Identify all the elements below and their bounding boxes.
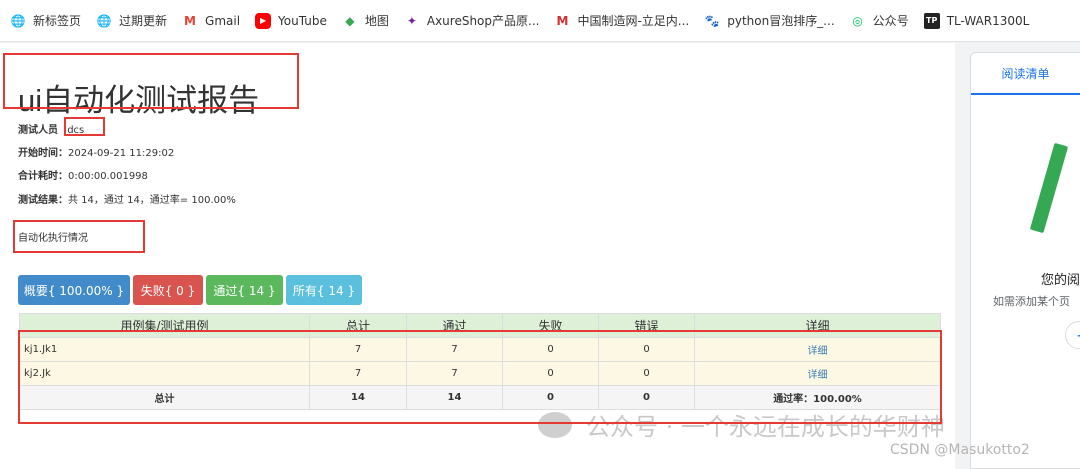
duration-value: 0:00:00.001998 xyxy=(68,171,148,182)
table-header-row: 用例集/测试用例 总计 通过 失败 错误 详细 xyxy=(19,313,941,338)
csdn-watermark: CSDN @Masukotto2 xyxy=(890,442,1030,458)
bookmark-maps[interactable]: ◆ 地图 xyxy=(342,12,389,29)
row-detail-cell: 详细 xyxy=(694,361,941,386)
bookmark-new-tab[interactable]: 🌐 新标签页 xyxy=(10,12,82,29)
row-name: kj2.Jk xyxy=(19,361,310,386)
reading-list-hint: 如需添加某个页 xyxy=(993,295,1070,308)
row-total: 7 xyxy=(309,361,407,386)
section-heading: 自动化执行情况 xyxy=(18,233,88,244)
bookmark-python-sort[interactable]: 🐾 python冒泡排序_... xyxy=(704,12,835,29)
reading-list-panel: 阅读清单 您的阅 如需添加某个页 + xyxy=(970,52,1080,469)
start-time-value: 2024-09-21 11:29:02 xyxy=(68,148,175,159)
duration-line: 合计耗时：0:00:00.001998 xyxy=(18,167,148,182)
reading-list-illustration xyxy=(1029,142,1069,234)
reading-list-empty-title: 您的阅 xyxy=(1041,273,1080,288)
bookmark-outdated[interactable]: 🌐 过期更新 xyxy=(96,12,168,29)
row-pass: 7 xyxy=(406,337,503,362)
row-detail-cell: 详细 xyxy=(694,337,941,362)
start-time-label: 开始时间： xyxy=(18,148,68,159)
gmail-icon: M xyxy=(184,13,196,28)
bookmark-axureshop[interactable]: ✦ AxureShop产品原... xyxy=(404,12,540,29)
watermark-text: 公众号 · 一个永远在成长的华财神 xyxy=(586,413,945,441)
youtube-icon: ▶ xyxy=(255,12,272,29)
mic-icon: M xyxy=(556,13,569,28)
total-pass-rate: 通过率：100.00% xyxy=(694,385,941,410)
header-error: 错误 xyxy=(598,313,695,338)
row-error: 0 xyxy=(598,337,695,362)
total-total: 14 xyxy=(309,385,407,410)
row-total: 7 xyxy=(309,337,407,362)
bookmark-wechat[interactable]: ◎ 公众号 xyxy=(850,12,908,29)
bookmark-made-in-china[interactable]: M 中国制造网-立足内... xyxy=(554,12,689,29)
header-fail: 失败 xyxy=(502,313,599,338)
total-name: 总计 xyxy=(19,385,310,410)
result-line: 测试结果：共 14，通过 14，通过率= 100.00% xyxy=(18,191,236,206)
header-detail: 详细 xyxy=(694,313,941,338)
results-table: 用例集/测试用例 总计 通过 失败 错误 详细 kj1.Jk1 7 7 0 0 … xyxy=(19,313,941,410)
detail-link[interactable]: 详细 xyxy=(808,346,828,357)
total-row: 总计 14 14 0 0 通过率：100.00% xyxy=(19,385,941,410)
report-page: ui自动化测试报告 测试人员 dcs 开始时间：2024-09-21 11:29… xyxy=(0,43,955,469)
row-fail: 0 xyxy=(502,361,599,386)
wechat-logo-icon xyxy=(538,411,572,438)
total-pass: 14 xyxy=(406,385,503,410)
passed-button[interactable]: 通过{ 14 } xyxy=(206,275,283,305)
table-row: kj1.Jk1 7 7 0 0 详细 xyxy=(19,337,941,362)
detail-link[interactable]: 详细 xyxy=(808,370,828,381)
start-time-line: 开始时间：2024-09-21 11:29:02 xyxy=(18,144,174,159)
tester-value: dcs xyxy=(67,125,85,136)
baidu-icon: 🐾 xyxy=(704,13,720,28)
globe-icon: 🌐 xyxy=(10,13,26,28)
filter-buttons: 概要{ 100.00% } 失败{ 0 } 通过{ 14 } 所有{ 14 } xyxy=(18,275,365,305)
tester-label: 测试人员 xyxy=(18,125,58,136)
bookmarks-bar: 🌐 新标签页 🌐 过期更新 M Gmail ▶ YouTube ◆ 地图 ✦ AxureSh… xyxy=(0,0,1080,42)
watermark: 公众号 · 一个永远在成长的华财神 xyxy=(538,407,945,442)
row-error: 0 xyxy=(598,361,695,386)
globe-icon: 🌐 xyxy=(96,13,112,28)
all-button[interactable]: 所有{ 14 } xyxy=(286,275,362,305)
summary-button[interactable]: 概要{ 100.00% } xyxy=(18,275,130,305)
add-page-button[interactable]: + xyxy=(1065,321,1080,349)
maps-icon: ◆ xyxy=(345,13,355,28)
header-case: 用例集/测试用例 xyxy=(19,313,310,338)
total-fail: 0 xyxy=(502,385,599,410)
tplink-icon: TP xyxy=(923,12,940,29)
axure-icon: ✦ xyxy=(406,13,417,28)
bookmark-tplink[interactable]: TP TL-WAR1300L xyxy=(923,12,1029,29)
total-error: 0 xyxy=(598,385,695,410)
row-fail: 0 xyxy=(502,337,599,362)
page-title: ui自动化测试报告 xyxy=(18,83,260,118)
result-value: 共 14，通过 14，通过率= 100.00% xyxy=(68,195,236,206)
table-row: kj2.Jk 7 7 0 0 详细 xyxy=(19,361,941,386)
bookmark-gmail[interactable]: M Gmail xyxy=(182,13,240,29)
duration-label: 合计耗时： xyxy=(18,171,68,182)
bookmark-youtube[interactable]: ▶ YouTube xyxy=(255,12,327,29)
tab-reading-list[interactable]: 阅读清单 xyxy=(971,53,1080,95)
wechat-icon: ◎ xyxy=(852,13,863,28)
failed-button[interactable]: 失败{ 0 } xyxy=(133,275,203,305)
result-label: 测试结果： xyxy=(18,195,68,206)
header-total: 总计 xyxy=(309,313,407,338)
row-pass: 7 xyxy=(406,361,503,386)
tester-line: 测试人员 dcs xyxy=(18,121,84,136)
row-name: kj1.Jk1 xyxy=(19,337,310,362)
header-pass: 通过 xyxy=(406,313,503,338)
